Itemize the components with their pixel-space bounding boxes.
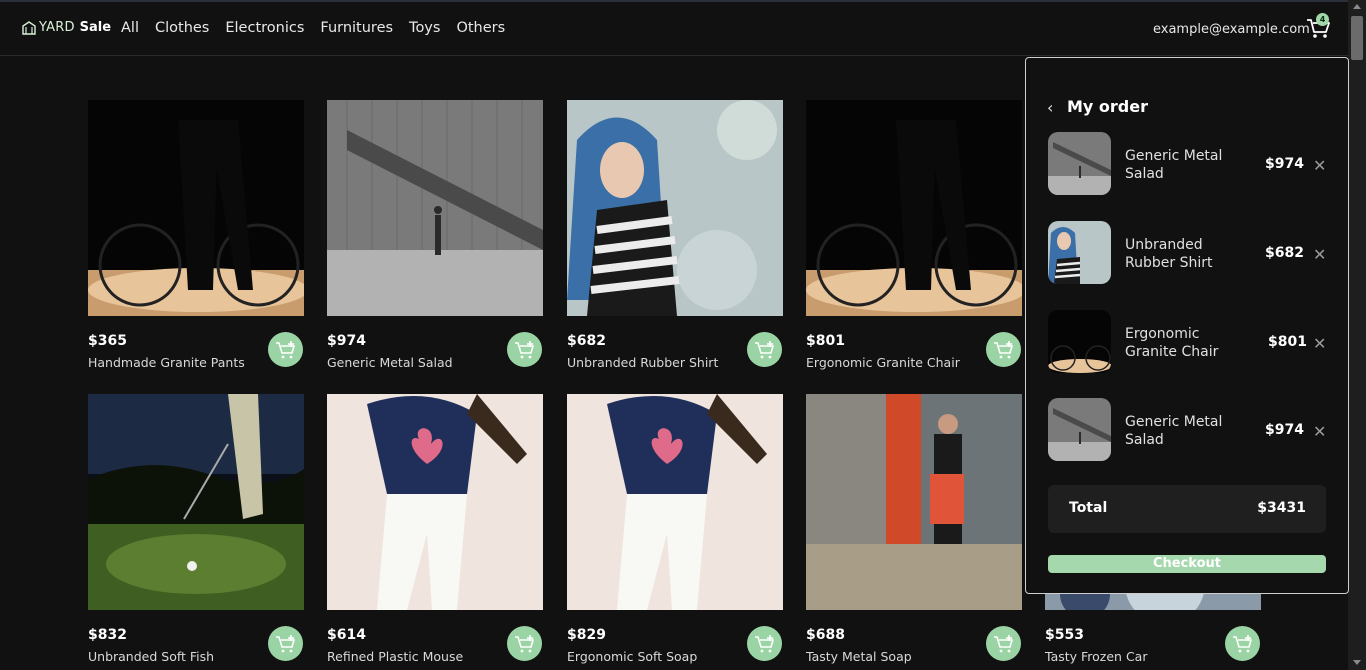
order-total: Total $3431 bbox=[1048, 485, 1326, 533]
logo-yard-text: YARD bbox=[39, 20, 75, 35]
order-item-image bbox=[1048, 221, 1111, 284]
product-price: $614 bbox=[327, 627, 366, 643]
add-to-cart-icon bbox=[514, 634, 534, 652]
order-item-price: $974 bbox=[1265, 156, 1304, 172]
product-name[interactable]: Unbranded Soft Fish bbox=[88, 649, 214, 664]
remove-item-icon[interactable]: ✕ bbox=[1313, 156, 1326, 175]
product-image[interactable] bbox=[88, 394, 304, 610]
category-nav: All Clothes Electronics Furnitures Toys … bbox=[121, 20, 505, 36]
order-item-image bbox=[1048, 310, 1111, 373]
product-name[interactable]: Tasty Metal Soap bbox=[806, 649, 912, 664]
product-price: $801 bbox=[806, 333, 845, 349]
product-image[interactable] bbox=[327, 394, 543, 610]
product-name[interactable]: Tasty Frozen Car bbox=[1045, 649, 1147, 664]
product-card[interactable]: $974 Generic Metal Salad bbox=[327, 100, 543, 370]
product-card[interactable]: $365 Handmade Granite Pants bbox=[88, 100, 304, 370]
scrollbar-thumb[interactable] bbox=[1351, 16, 1363, 60]
nav-all[interactable]: All bbox=[121, 20, 139, 36]
order-item-name: Ergonomic Granite Chair bbox=[1125, 326, 1219, 360]
remove-item-icon[interactable]: ✕ bbox=[1313, 334, 1326, 353]
order-item-image bbox=[1048, 132, 1111, 195]
add-to-cart-icon bbox=[993, 634, 1013, 652]
total-value: $3431 bbox=[1257, 500, 1306, 516]
nav-others[interactable]: Others bbox=[456, 20, 505, 36]
nav-electronics[interactable]: Electronics bbox=[225, 20, 304, 36]
add-to-cart-button[interactable] bbox=[986, 626, 1021, 661]
product-name[interactable]: Ergonomic Granite Chair bbox=[806, 355, 960, 370]
add-to-cart-button[interactable] bbox=[1225, 626, 1260, 661]
product-image[interactable] bbox=[806, 394, 1022, 610]
product-image[interactable] bbox=[327, 100, 543, 316]
product-price: $832 bbox=[88, 627, 127, 643]
add-to-cart-icon bbox=[275, 340, 295, 358]
add-to-cart-icon bbox=[1232, 634, 1252, 652]
remove-item-icon[interactable]: ✕ bbox=[1313, 422, 1326, 441]
cart-count-badge: 4 bbox=[1316, 13, 1329, 26]
product-price: $829 bbox=[567, 627, 606, 643]
product-name[interactable]: Handmade Granite Pants bbox=[88, 355, 245, 370]
product-price: $682 bbox=[567, 333, 606, 349]
product-card[interactable]: $829 Ergonomic Soft Soap bbox=[567, 394, 783, 664]
logo-sale-text: Sale bbox=[79, 20, 112, 35]
order-item-image bbox=[1048, 398, 1111, 461]
logo[interactable]: YARD Sale bbox=[22, 20, 111, 35]
order-item: Generic Metal Salad $974 ✕ bbox=[1048, 398, 1338, 462]
user-email[interactable]: example@example.com bbox=[1153, 22, 1310, 37]
order-item-name: Unbranded Rubber Shirt bbox=[1125, 237, 1213, 271]
top-navbar: YARD Sale All Clothes Electronics Furnit… bbox=[0, 2, 1348, 56]
store-icon bbox=[22, 20, 36, 35]
scroll-up-arrow-icon[interactable] bbox=[1353, 4, 1361, 9]
order-item: Ergonomic Granite Chair $801 ✕ bbox=[1048, 310, 1338, 374]
product-price: $974 bbox=[327, 333, 366, 349]
page-scrollbar[interactable] bbox=[1348, 0, 1366, 670]
add-to-cart-button[interactable] bbox=[507, 332, 542, 367]
nav-clothes[interactable]: Clothes bbox=[155, 20, 209, 36]
add-to-cart-button[interactable] bbox=[747, 626, 782, 661]
product-card[interactable]: $614 Refined Plastic Mouse bbox=[327, 394, 543, 664]
order-item-price: $974 bbox=[1265, 422, 1304, 438]
order-title: My order bbox=[1067, 97, 1148, 116]
order-item-name: Generic Metal Salad bbox=[1125, 414, 1223, 448]
add-to-cart-icon bbox=[754, 634, 774, 652]
product-name[interactable]: Unbranded Rubber Shirt bbox=[567, 355, 718, 370]
add-to-cart-button[interactable] bbox=[986, 332, 1021, 367]
product-card[interactable]: $832 Unbranded Soft Fish bbox=[88, 394, 304, 664]
product-name[interactable]: Generic Metal Salad bbox=[327, 355, 453, 370]
checkout-button[interactable]: Checkout bbox=[1048, 555, 1326, 573]
total-label: Total bbox=[1069, 500, 1108, 516]
add-to-cart-icon bbox=[993, 340, 1013, 358]
product-image[interactable] bbox=[567, 394, 783, 610]
product-name[interactable]: Ergonomic Soft Soap bbox=[567, 649, 697, 664]
nav-toys[interactable]: Toys bbox=[409, 20, 440, 36]
chevron-left-icon[interactable]: ‹ bbox=[1047, 98, 1053, 117]
nav-furnitures[interactable]: Furnitures bbox=[320, 20, 393, 36]
order-item-price: $682 bbox=[1265, 245, 1304, 261]
product-image[interactable] bbox=[567, 100, 783, 316]
add-to-cart-button[interactable] bbox=[507, 626, 542, 661]
add-to-cart-button[interactable] bbox=[747, 332, 782, 367]
order-item: Generic Metal Salad $974 ✕ bbox=[1048, 132, 1338, 196]
order-item: Unbranded Rubber Shirt $682 ✕ bbox=[1048, 221, 1338, 285]
product-price: $688 bbox=[806, 627, 845, 643]
product-card[interactable]: $682 Unbranded Rubber Shirt bbox=[567, 100, 783, 370]
product-image[interactable] bbox=[88, 100, 304, 316]
add-to-cart-icon bbox=[275, 634, 295, 652]
product-price: $365 bbox=[88, 333, 127, 349]
add-to-cart-button[interactable] bbox=[268, 332, 303, 367]
add-to-cart-icon bbox=[754, 340, 774, 358]
product-card[interactable]: $688 Tasty Metal Soap bbox=[806, 394, 1022, 664]
add-to-cart-icon bbox=[514, 340, 534, 358]
add-to-cart-button[interactable] bbox=[268, 626, 303, 661]
product-name[interactable]: Refined Plastic Mouse bbox=[327, 649, 463, 664]
remove-item-icon[interactable]: ✕ bbox=[1313, 245, 1326, 264]
order-panel: ‹ My order Generic Metal Salad $974 ✕ Un… bbox=[1025, 57, 1349, 594]
scroll-down-arrow-icon[interactable] bbox=[1353, 660, 1361, 665]
order-item-price: $801 bbox=[1268, 334, 1307, 350]
product-card[interactable]: $801 Ergonomic Granite Chair bbox=[806, 100, 1022, 370]
product-image[interactable] bbox=[806, 100, 1022, 316]
order-item-name: Generic Metal Salad bbox=[1125, 148, 1223, 182]
product-price: $553 bbox=[1045, 627, 1084, 643]
